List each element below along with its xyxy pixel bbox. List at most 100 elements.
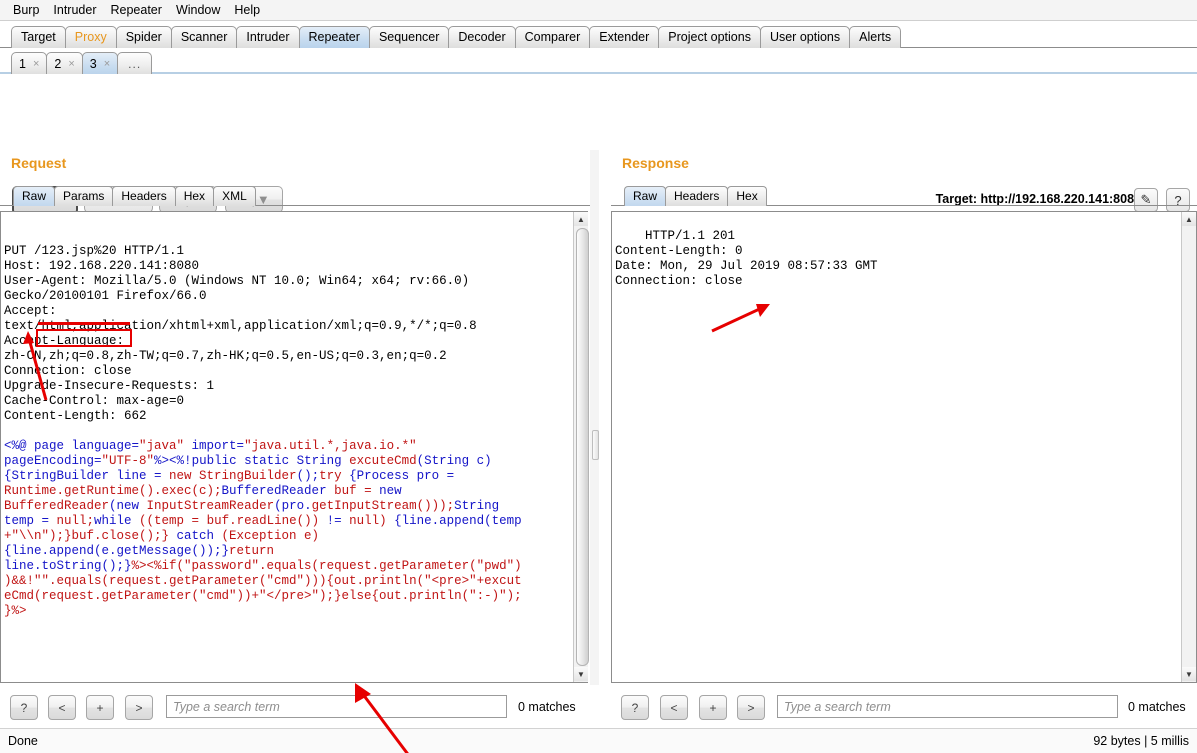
request-search-input[interactable]: Type a search term <box>166 695 507 718</box>
repeater-tab-bar: 1 × 2 × 3 × ... <box>0 48 1197 74</box>
panel-divider[interactable] <box>590 150 599 685</box>
repeater-tab-1[interactable]: 1 × <box>11 52 48 74</box>
request-scrollbar[interactable]: ▲ ▼ <box>573 212 589 682</box>
request-tab-xml[interactable]: XML <box>213 186 256 206</box>
response-match-count: 0 matches <box>1128 700 1186 714</box>
request-tab-raw[interactable]: Raw <box>13 186 56 206</box>
code-token: (new <box>109 499 140 513</box>
response-search-next-button[interactable]: > <box>737 695 765 720</box>
request-path: /123.jsp%20 <box>34 244 117 258</box>
response-search-add-button[interactable]: + <box>699 695 727 720</box>
tab-intruder[interactable]: Intruder <box>236 26 300 48</box>
code-token: (pro. <box>274 499 312 513</box>
close-icon[interactable]: × <box>33 58 39 70</box>
code-token: null; <box>56 514 95 528</box>
tab-proxy[interactable]: Proxy <box>64 26 117 48</box>
code-token: (Exception e) <box>221 529 320 543</box>
target-label: Target: http://192.168.220.141:8080 <box>935 192 1141 206</box>
request-search-add-button[interactable]: + <box>86 695 114 720</box>
help-icon[interactable]: ? <box>1166 188 1190 212</box>
repeater-tab-1-label: 1 <box>19 56 26 71</box>
tab-user-options[interactable]: User options <box>759 26 851 48</box>
scroll-up-icon[interactable]: ▲ <box>574 212 588 226</box>
scroll-up-icon[interactable]: ▲ <box>1182 212 1196 226</box>
main-tab-bar: Target Proxy Spider Scanner Intruder Rep… <box>0 21 1197 48</box>
code-token: InputStreamReader <box>139 499 275 513</box>
response-tab-bar: Raw Headers Hex <box>624 186 767 206</box>
close-icon[interactable]: × <box>68 58 74 70</box>
response-search-prev-button[interactable]: < <box>660 695 688 720</box>
repeater-tab-2[interactable]: 2 × <box>46 52 83 74</box>
menu-item-window[interactable]: Window <box>169 2 227 18</box>
menu-item-intruder[interactable]: Intruder <box>46 2 103 18</box>
close-icon[interactable]: × <box>104 58 110 70</box>
repeater-tab-3[interactable]: 3 × <box>81 52 119 74</box>
code-token: ((temp = <box>131 514 207 528</box>
tab-comparer[interactable]: Comparer <box>514 26 591 48</box>
status-left: Done <box>8 734 38 748</box>
edit-target-icon[interactable]: ✎ <box>1134 188 1158 212</box>
code-token: (); <box>296 469 320 483</box>
tab-scanner[interactable]: Scanner <box>170 26 238 48</box>
response-tab-raw[interactable]: Raw <box>624 186 667 206</box>
tab-target[interactable]: Target <box>11 26 66 48</box>
repeater-tab-3-label: 3 <box>89 56 97 71</box>
request-tab-params[interactable]: Params <box>54 186 114 206</box>
code-token: "java.util.*,java.io.*" <box>244 439 417 453</box>
code-token: {Process pro = <box>349 469 455 483</box>
tab-decoder[interactable]: Decoder <box>448 26 516 48</box>
tab-repeater[interactable]: Repeater <box>298 26 370 48</box>
menu-item-repeater[interactable]: Repeater <box>104 2 169 18</box>
code-token: import= <box>184 439 245 453</box>
request-version: HTTP/1.1 <box>116 244 185 258</box>
code-token: != <box>319 514 350 528</box>
response-search-input[interactable]: Type a search term <box>777 695 1118 718</box>
tab-project-options[interactable]: Project options <box>658 26 761 48</box>
code-token: null) <box>349 514 387 528</box>
code-token: )&&!"".equals(request.getParameter("cmd"… <box>4 574 522 588</box>
status-right: 92 bytes | 5 millis <box>1093 734 1189 748</box>
menu-item-burp[interactable]: Burp <box>6 2 46 18</box>
code-token: try <box>319 469 342 483</box>
code-token: {line.append(temp <box>394 514 522 528</box>
divider-handle[interactable] <box>592 430 599 460</box>
request-raw-text: PUT /123.jsp%20 HTTP/1.1 Host: 192.168.2… <box>4 244 584 619</box>
repeater-toolbar: Go Cancel < |▼ > |▼ Target: http://192.1… <box>0 74 1197 215</box>
code-token: String <box>454 499 500 513</box>
scrollbar-thumb[interactable] <box>576 228 589 666</box>
response-scrollbar[interactable]: ▲ ▼ <box>1181 212 1196 682</box>
scroll-down-icon[interactable]: ▼ <box>1182 667 1196 681</box>
tab-extender[interactable]: Extender <box>589 26 660 48</box>
response-tab-hex[interactable]: Hex <box>727 186 767 206</box>
response-search-help-button[interactable]: ? <box>621 695 649 720</box>
menu-item-help[interactable]: Help <box>227 2 267 18</box>
repeater-tab-more[interactable]: ... <box>117 52 153 74</box>
code-token: {StringBuilder line = <box>4 469 162 483</box>
code-token: <%@ page language= <box>4 439 140 453</box>
tab-alerts[interactable]: Alerts <box>849 26 902 48</box>
code-token: BufferedReader <box>221 484 327 498</box>
burp-suite-window: Burp Intruder Repeater Window Help Targe… <box>0 0 1197 753</box>
request-tab-hex[interactable]: Hex <box>174 186 215 206</box>
tab-sequencer[interactable]: Sequencer <box>368 26 450 48</box>
request-method: PUT <box>4 244 35 258</box>
request-search-help-button[interactable]: ? <box>10 695 38 720</box>
code-token: return <box>229 544 275 558</box>
response-tab-headers[interactable]: Headers <box>665 186 729 206</box>
request-editor[interactable]: PUT /123.jsp%20 HTTP/1.1 Host: 192.168.2… <box>0 211 588 683</box>
request-panel-title: Request <box>11 155 67 171</box>
response-raw-text: HTTP/1.1 201 Content-Length: 0 Date: Mon… <box>615 229 878 288</box>
code-token: "java" <box>139 439 185 453</box>
code-token: {line.append(e.getMessage());} <box>4 544 230 558</box>
request-search-next-button[interactable]: > <box>125 695 153 720</box>
request-headers: Host: 192.168.220.141:8080 User-Agent: M… <box>4 259 477 423</box>
request-tab-headers[interactable]: Headers <box>112 186 176 206</box>
request-body-jsp: <%@ page language="java" import="java.ut… <box>4 439 522 618</box>
code-token: while <box>94 514 132 528</box>
code-token: temp = <box>4 514 57 528</box>
response-editor[interactable]: HTTP/1.1 201 Content-Length: 0 Date: Mon… <box>611 211 1197 683</box>
scroll-down-icon[interactable]: ▼ <box>574 667 588 681</box>
tab-spider[interactable]: Spider <box>115 26 172 48</box>
request-search-prev-button[interactable]: < <box>48 695 76 720</box>
code-token: %><%! <box>154 454 192 468</box>
